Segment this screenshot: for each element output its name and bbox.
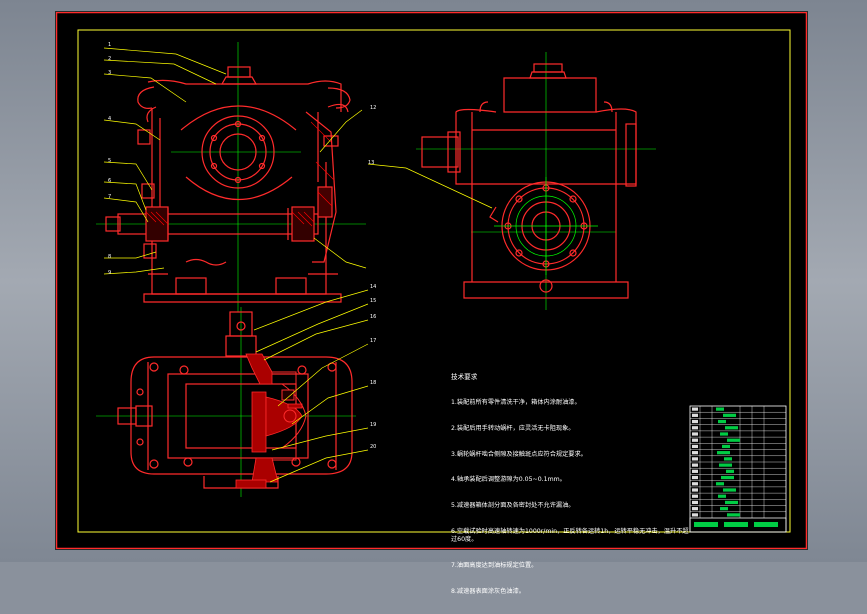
bom-cell-text <box>722 444 730 449</box>
bom-cell-number <box>692 475 698 480</box>
bom-cell-number <box>692 438 698 442</box>
bom-cell-text <box>724 457 732 461</box>
part-number-2: 2 <box>108 56 111 62</box>
part-number-19: 19 <box>370 422 376 428</box>
bom-cell-text <box>727 513 740 517</box>
bom-cell-number <box>692 507 698 511</box>
bom-cell-number <box>692 419 698 424</box>
bom-cell-text <box>725 500 738 505</box>
title-block-text <box>754 522 778 527</box>
bom-cell-number <box>692 494 698 498</box>
bom-cell-text <box>721 475 734 480</box>
note-line: 7.油面高度达到油标规定位置。 <box>451 562 538 570</box>
notes-title: 技术要求 <box>451 373 478 382</box>
bom-cell-number <box>692 463 698 467</box>
note-line: 3.蜗轮蜗杆啮合侧隙及接触斑点应符合规定要求。 <box>451 450 587 458</box>
note-line: 6.空载试验时高速轴转速为1000r/min，正反转各运转1h，运转平稳无冲击，… <box>451 527 689 544</box>
note-line: 4.轴承装配后调整游隙为0.05~0.1mm。 <box>451 476 566 484</box>
side-center-circles <box>494 177 598 275</box>
bom-cell-text <box>727 438 740 442</box>
bom-cell-number <box>692 513 698 517</box>
note-line: 8.减速器表面涂灰色油漆。 <box>451 588 525 596</box>
top-view <box>96 307 356 497</box>
part-number-4: 4 <box>108 116 111 122</box>
bom-cell-number <box>692 444 698 449</box>
bom-cell-text <box>723 488 736 492</box>
bom-cell-text <box>720 507 728 511</box>
part-number-6: 6 <box>108 178 111 184</box>
bom-cell-number <box>692 469 698 473</box>
part-number-17: 17 <box>370 338 376 344</box>
bom-cell-number <box>692 407 698 411</box>
part-number-3: 3 <box>108 70 111 76</box>
bom-cell-text <box>718 419 726 424</box>
side-part-labels: 12 13 <box>368 105 376 166</box>
bom-cell-text <box>718 494 726 498</box>
bom-cell-text <box>725 426 738 430</box>
note-line: 1.装配前所有零件清洗干净，箱体内涂耐油漆。 <box>451 398 581 406</box>
bom-cell-text <box>716 407 724 411</box>
note-line: 5.减速器箱体剖分面及各密封处不允许漏油。 <box>451 502 575 510</box>
front-view <box>96 42 366 312</box>
bom-cell-number <box>692 451 698 455</box>
bom-cell-number <box>692 488 698 492</box>
part-number-12: 12 <box>370 105 376 111</box>
bom-cell-text <box>720 432 728 436</box>
part-number-9: 9 <box>108 270 111 276</box>
front-part-labels: 1 2 3 4 5 6 7 8 9 <box>108 42 111 276</box>
bom-cell-number <box>692 413 698 417</box>
part-number-18: 18 <box>370 380 376 386</box>
part-number-14: 14 <box>370 284 376 290</box>
bom-cell-number <box>692 426 698 430</box>
part-number-15: 15 <box>370 298 376 304</box>
bom-cell-number <box>692 500 698 505</box>
part-number-13: 13 <box>368 160 374 166</box>
cad-viewport[interactable]: 1 2 3 4 5 6 7 8 9 12 13 14 15 16 17 18 1… <box>0 0 867 595</box>
bom-cell-number <box>692 432 698 436</box>
bom-cell-text <box>716 482 724 486</box>
title-block-text <box>694 522 718 527</box>
part-number-5: 5 <box>108 158 111 164</box>
part-number-16: 16 <box>370 314 376 320</box>
part-number-1: 1 <box>108 42 111 48</box>
front-leaders <box>103 47 367 275</box>
drawing-sheet: 1 2 3 4 5 6 7 8 9 12 13 14 15 16 17 18 1… <box>55 11 808 595</box>
title-block-text <box>724 522 748 527</box>
bom-table <box>689 405 787 533</box>
bom-cell-text <box>723 413 736 417</box>
drawing-canvas: 1 2 3 4 5 6 7 8 9 12 13 14 15 16 17 18 1… <box>56 12 807 549</box>
side-view <box>416 52 656 310</box>
top-part-labels: 14 15 16 17 18 19 20 <box>370 284 376 450</box>
bom-cell-text <box>726 469 734 473</box>
part-number-7: 7 <box>108 194 111 200</box>
note-line: 2.装配后用手转动蜗杆，应灵活无卡阻现象。 <box>451 424 575 432</box>
part-number-8: 8 <box>108 254 111 260</box>
part-number-20: 20 <box>370 444 376 450</box>
side-leaders <box>367 163 493 209</box>
bom-cell-text <box>717 451 730 455</box>
bom-cell-text <box>719 463 732 467</box>
bom-cell-number <box>692 482 698 486</box>
bom-cell-number <box>692 457 698 461</box>
technical-notes: 技术要求 1.装配前所有零件清洗干净，箱体内涂耐油漆。 2.装配后用手转动蜗杆，… <box>451 356 691 614</box>
top-leaders <box>253 289 369 483</box>
